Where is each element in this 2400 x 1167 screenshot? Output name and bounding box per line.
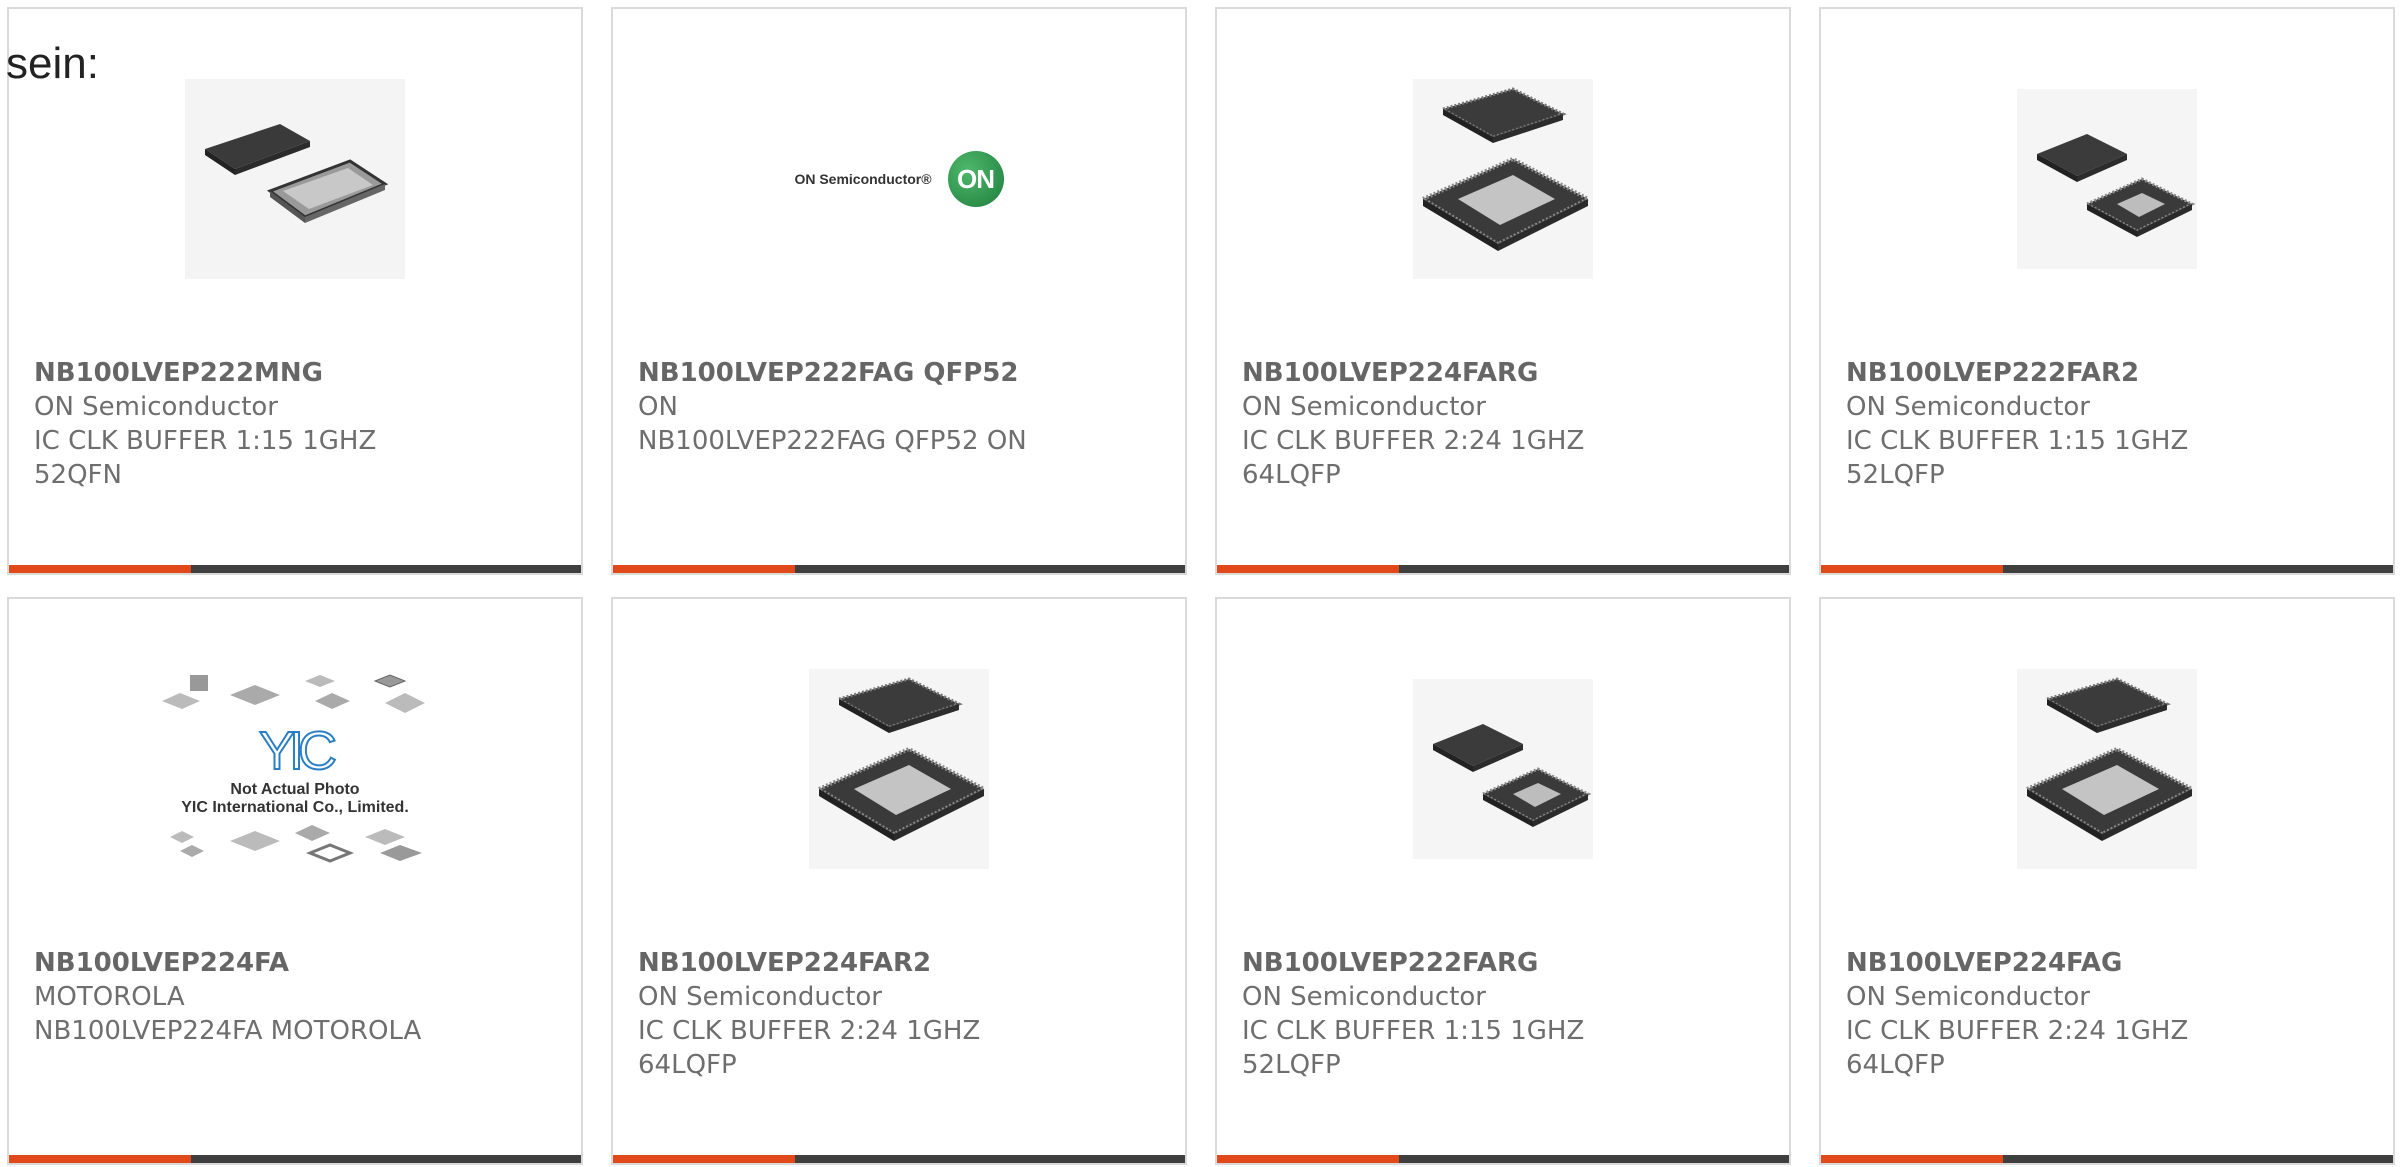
manufacturer: ON Semiconductor: [1846, 982, 2090, 1012]
product-info: NB100LVEP222FARG ON Semiconductor IC CLK…: [1242, 946, 1769, 1082]
yic-company-caption: YIC International Co., Limited.: [181, 799, 409, 816]
product-card[interactable]: YIC Not Actual Photo YIC International C…: [7, 597, 583, 1165]
on-logo-icon: ON: [947, 151, 1004, 207]
product-card[interactable]: NB100LVEP224FAR2 ON Semiconductor IC CLK…: [611, 597, 1187, 1165]
card-bottom-bar: [613, 565, 1185, 573]
manufacturer: ON Semiconductor: [34, 392, 278, 422]
product-card[interactable]: ON Semiconductor® ON NB100LVEP222FAG QFP…: [611, 7, 1187, 575]
yic-placeholder: YIC Not Actual Photo YIC International C…: [160, 671, 430, 867]
part-number[interactable]: NB100LVEP224FAG: [1846, 946, 2373, 980]
card-accent-bar: [1217, 565, 1399, 573]
product-card[interactable]: NB100LVEP222FAR2 ON Semiconductor IC CLK…: [1819, 7, 2395, 575]
card-accent-bar: [9, 1155, 191, 1163]
manufacturer: ON Semiconductor: [638, 982, 882, 1012]
product-info: NB100LVEP222FAR2 ON Semiconductor IC CLK…: [1846, 356, 2373, 492]
product-info: NB100LVEP222MNG ON Semiconductor IC CLK …: [34, 356, 561, 492]
card-accent-bar: [1821, 1155, 2003, 1163]
description-line-2: 64LQFP: [1846, 1050, 1945, 1080]
description-line-2: 64LQFP: [1242, 460, 1341, 490]
product-info: NB100LVEP224FA MOTOROLA NB100LVEP224FA M…: [34, 946, 561, 1048]
manufacturer: ON Semiconductor: [1242, 982, 1486, 1012]
manufacturer: ON Semiconductor: [1242, 392, 1486, 422]
description-line-1: IC CLK BUFFER 2:24 1GHZ: [638, 1016, 981, 1046]
card-bottom-bar: [9, 565, 581, 573]
card-accent-bar: [1217, 1155, 1399, 1163]
description-line-2: 52LQFP: [1242, 1050, 1341, 1080]
product-image-qfn-chip[interactable]: [9, 69, 581, 289]
yic-logo-icon: YIC: [258, 720, 338, 782]
not-actual-photo-caption: Not Actual Photo: [230, 781, 360, 798]
product-info: NB100LVEP224FARG ON Semiconductor IC CLK…: [1242, 356, 1769, 492]
part-number[interactable]: NB100LVEP224FAR2: [638, 946, 1165, 980]
product-image-yic-not-actual-photo[interactable]: YIC Not Actual Photo YIC International C…: [9, 659, 581, 879]
part-number[interactable]: NB100LVEP222FAG QFP52: [638, 356, 1165, 390]
chip-thumbnails-bottom-icon: [170, 825, 422, 863]
description-line-2: 52QFN: [34, 460, 122, 490]
product-image-lqfp-chip-large[interactable]: [1821, 659, 2393, 879]
product-image-lqfp-chip-large[interactable]: [613, 659, 1185, 879]
product-info: NB100LVEP224FAG ON Semiconductor IC CLK …: [1846, 946, 2373, 1082]
product-card[interactable]: NB100LVEP224FARG ON Semiconductor IC CLK…: [1215, 7, 1791, 575]
card-accent-bar: [613, 1155, 795, 1163]
manufacturer: MOTOROLA: [34, 982, 185, 1012]
part-number[interactable]: NB100LVEP222FARG: [1242, 946, 1769, 980]
part-number[interactable]: NB100LVEP222FAR2: [1846, 356, 2373, 390]
product-image-on-semi-logo[interactable]: ON Semiconductor® ON: [613, 69, 1185, 289]
part-number[interactable]: NB100LVEP222MNG: [34, 356, 561, 390]
description-line-1: IC CLK BUFFER 1:15 1GHZ: [1846, 426, 2189, 456]
card-bottom-bar: [1821, 1155, 2393, 1163]
description-line-2: 52LQFP: [1846, 460, 1945, 490]
card-accent-bar: [613, 565, 795, 573]
product-info: NB100LVEP222FAG QFP52 ON NB100LVEP222FAG…: [638, 356, 1165, 458]
product-image-lqfp-chip-small[interactable]: [1217, 659, 1789, 879]
card-accent-bar: [1821, 565, 2003, 573]
product-card[interactable]: NB100LVEP224FAG ON Semiconductor IC CLK …: [1819, 597, 2395, 1165]
description-line-1: IC CLK BUFFER 1:15 1GHZ: [34, 426, 377, 456]
intro-text: sein:: [6, 39, 99, 88]
part-number[interactable]: NB100LVEP224FA: [34, 946, 561, 980]
part-number[interactable]: NB100LVEP224FARG: [1242, 356, 1769, 390]
on-brand-text: ON Semiconductor®: [794, 171, 932, 187]
card-accent-bar: [9, 565, 191, 573]
product-card[interactable]: NB100LVEP222FARG ON Semiconductor IC CLK…: [1215, 597, 1791, 1165]
description-line-1: NB100LVEP222FAG QFP52 ON: [638, 426, 1027, 456]
chip-thumbnails-top-icon: [162, 674, 425, 713]
product-card[interactable]: NB100LVEP222MNG ON Semiconductor IC CLK …: [7, 7, 583, 575]
card-bottom-bar: [1217, 565, 1789, 573]
card-bottom-bar: [9, 1155, 581, 1163]
card-bottom-bar: [613, 1155, 1185, 1163]
description-line-1: IC CLK BUFFER 2:24 1GHZ: [1242, 426, 1585, 456]
description-line-1: IC CLK BUFFER 1:15 1GHZ: [1242, 1016, 1585, 1046]
description-line-1: IC CLK BUFFER 2:24 1GHZ: [1846, 1016, 2189, 1046]
product-info: NB100LVEP224FAR2 ON Semiconductor IC CLK…: [638, 946, 1165, 1082]
product-image-lqfp-chip-small[interactable]: [1821, 69, 2393, 289]
product-grid: NB100LVEP222MNG ON Semiconductor IC CLK …: [0, 0, 2400, 1167]
product-image-lqfp-chip-large[interactable]: [1217, 69, 1789, 289]
manufacturer: ON: [638, 392, 678, 422]
description-line-2: 64LQFP: [638, 1050, 737, 1080]
card-bottom-bar: [1821, 565, 2393, 573]
card-bottom-bar: [1217, 1155, 1789, 1163]
description-line-1: NB100LVEP224FA MOTOROLA: [34, 1016, 422, 1046]
manufacturer: ON Semiconductor: [1846, 392, 2090, 422]
on-semiconductor-logo: ON Semiconductor® ON: [794, 151, 1004, 207]
